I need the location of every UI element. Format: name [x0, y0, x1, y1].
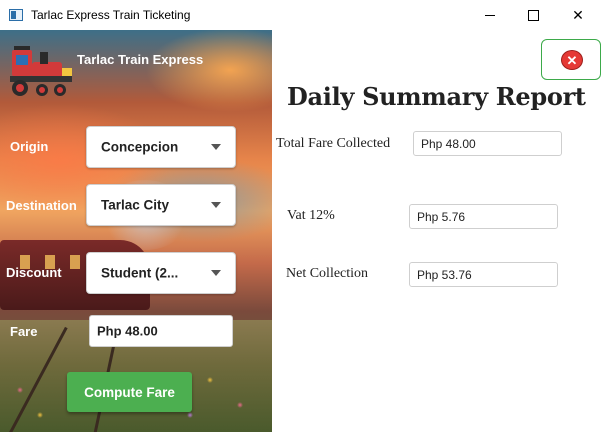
vat-field[interactable]: Php 5.76	[409, 204, 558, 229]
origin-value: Concepcion	[101, 139, 179, 155]
net-collection-value: Php 53.76	[417, 267, 472, 282]
chevron-down-icon	[211, 270, 221, 276]
vat-value: Php 5.76	[417, 209, 466, 224]
close-icon: ✕	[572, 6, 584, 23]
brand-name: Tarlac Train Express	[77, 52, 204, 67]
destination-label: Destination	[6, 198, 77, 213]
net-collection-label: Net Collection	[286, 266, 369, 281]
minimize-button[interactable]	[467, 0, 513, 30]
app-window: Tarlac Express Train Ticketing ✕ Tarlac …	[0, 0, 602, 432]
fare-value: Php 48.00	[97, 323, 158, 339]
total-fare-field[interactable]: Php 48.00	[413, 131, 562, 156]
vat-label: Vat 12%	[287, 208, 335, 223]
origin-select[interactable]: Concepcion	[86, 126, 236, 168]
discount-value: Student (2...	[101, 265, 179, 281]
discount-label: Discount	[6, 265, 62, 280]
total-fare-label: Total Fare Collected	[276, 136, 391, 151]
window-title: Tarlac Express Train Ticketing	[31, 8, 191, 22]
maximize-button[interactable]	[510, 0, 556, 30]
close-circle-icon: ✕	[561, 50, 583, 70]
net-collection-field[interactable]: Php 53.76	[409, 262, 558, 287]
minimize-icon	[485, 14, 495, 16]
train-icon	[10, 46, 72, 96]
origin-label: Origin	[10, 139, 49, 154]
report-title: Daily Summary Report	[287, 82, 586, 111]
discount-select[interactable]: Student (2...	[86, 252, 236, 294]
destination-select[interactable]: Tarlac City	[86, 184, 236, 226]
maximize-icon	[527, 9, 539, 21]
title-bar: Tarlac Express Train Ticketing ✕	[0, 0, 602, 30]
app-icon	[9, 9, 23, 21]
total-fare-value: Php 48.00	[421, 136, 476, 151]
chevron-down-icon	[211, 202, 221, 208]
fare-label: Fare	[10, 324, 38, 339]
fare-field[interactable]: Php 48.00	[89, 315, 233, 347]
destination-value: Tarlac City	[101, 197, 170, 213]
compute-fare-button[interactable]: Compute Fare	[67, 372, 192, 412]
chevron-down-icon	[211, 144, 221, 150]
close-report-button[interactable]: ✕	[541, 39, 601, 80]
train-window	[70, 255, 80, 269]
close-window-button[interactable]: ✕	[555, 0, 601, 30]
